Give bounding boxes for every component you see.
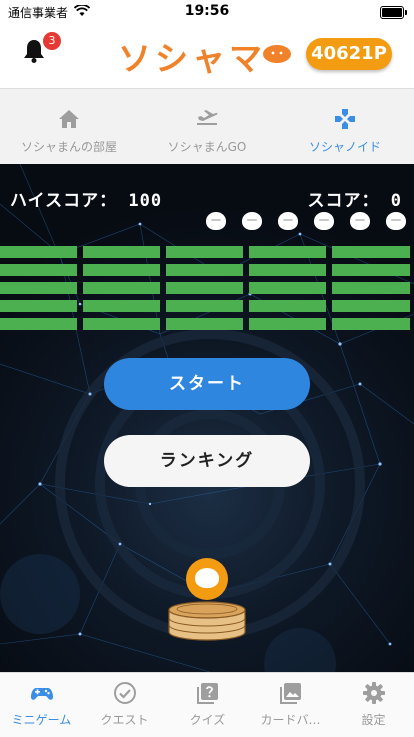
nav-quiz-label: クイズ <box>189 713 226 727</box>
life-bun-icon <box>349 212 370 230</box>
brick <box>332 318 410 330</box>
life-bun-icon <box>241 212 262 230</box>
nav-settings[interactable]: 設定 <box>332 673 414 737</box>
nav-quest[interactable]: クエスト <box>83 673 166 737</box>
clock: 19:56 <box>184 3 230 19</box>
brick <box>166 318 243 330</box>
brick <box>249 318 326 330</box>
tab-go-label: ソシャまんGO <box>167 140 247 154</box>
brick <box>83 246 160 258</box>
battery-icon <box>380 6 407 19</box>
brick <box>83 264 160 276</box>
tab-room[interactable]: ソシャまんの部屋 <box>0 89 138 165</box>
home-icon <box>59 110 79 128</box>
question-icon <box>197 683 218 704</box>
brick <box>0 264 77 276</box>
airplane-icon <box>197 110 218 125</box>
gamepad-icon <box>335 109 355 129</box>
brick <box>249 264 326 276</box>
brick <box>332 300 410 312</box>
current-score: スコア： 0 <box>307 191 402 211</box>
brick <box>249 282 326 294</box>
brick <box>0 246 77 258</box>
high-score: ハイスコア： 100 <box>10 191 163 211</box>
game-area[interactable]: ハイスコア： 100 スコア： 0 スタート ランキング <box>0 164 414 672</box>
bun-ball <box>186 558 228 600</box>
brick <box>0 300 77 312</box>
start-button[interactable]: スタート <box>104 358 310 410</box>
points-badge[interactable]: 40621P <box>306 38 392 70</box>
gear-icon <box>363 682 385 704</box>
app-logo: ソシャマ <box>118 39 266 78</box>
life-bun-icon <box>277 212 298 230</box>
life-bun-icon <box>313 212 334 230</box>
brick <box>83 282 160 294</box>
ranking-button[interactable]: ランキング <box>104 435 310 487</box>
brick <box>332 264 410 276</box>
notification-badge: 3 <box>43 32 61 50</box>
tab-room-label: ソシャまんの部屋 <box>20 140 117 154</box>
top-tab-bar: ソシャまんの部屋 ソシャまんGO ソシャノイド <box>0 88 414 165</box>
nav-quiz[interactable]: クイズ <box>166 673 249 737</box>
brick <box>83 318 160 330</box>
steamer-paddle[interactable] <box>165 600 249 642</box>
brick <box>166 246 243 258</box>
brick <box>249 300 326 312</box>
brick <box>166 282 243 294</box>
bottom-nav: ミニゲーム クエスト クイズ カードバ… 設定 <box>0 672 414 737</box>
check-circle-icon <box>114 682 136 704</box>
brick <box>83 300 160 312</box>
nav-minigame-label: ミニゲーム <box>11 713 72 727</box>
brick <box>0 318 77 330</box>
tab-go[interactable]: ソシャまんGO <box>138 89 276 165</box>
gamepad-icon <box>31 688 53 700</box>
lives-indicator <box>195 212 406 232</box>
bun-logo-icon <box>263 45 291 63</box>
brick <box>0 282 77 294</box>
nav-cardbattle[interactable]: カードバ… <box>249 673 332 737</box>
app-header: 3 ソシャマ 40621P <box>0 24 414 86</box>
brick <box>166 300 243 312</box>
tab-noid[interactable]: ソシャノイド <box>276 89 414 165</box>
brick <box>332 246 410 258</box>
nav-minigame[interactable]: ミニゲーム <box>0 673 83 737</box>
brick <box>332 282 410 294</box>
brick <box>249 246 326 258</box>
brick <box>166 264 243 276</box>
life-bun-icon <box>205 212 226 230</box>
nav-quest-label: クエスト <box>100 713 149 727</box>
image-icon <box>280 683 301 704</box>
status-bar: 通信事業者 19:56 <box>0 0 414 24</box>
nav-cardbattle-label: カードバ… <box>260 713 321 727</box>
life-bun-icon <box>386 212 406 230</box>
tab-noid-label: ソシャノイド <box>308 140 381 154</box>
nav-settings-label: 設定 <box>361 713 386 727</box>
